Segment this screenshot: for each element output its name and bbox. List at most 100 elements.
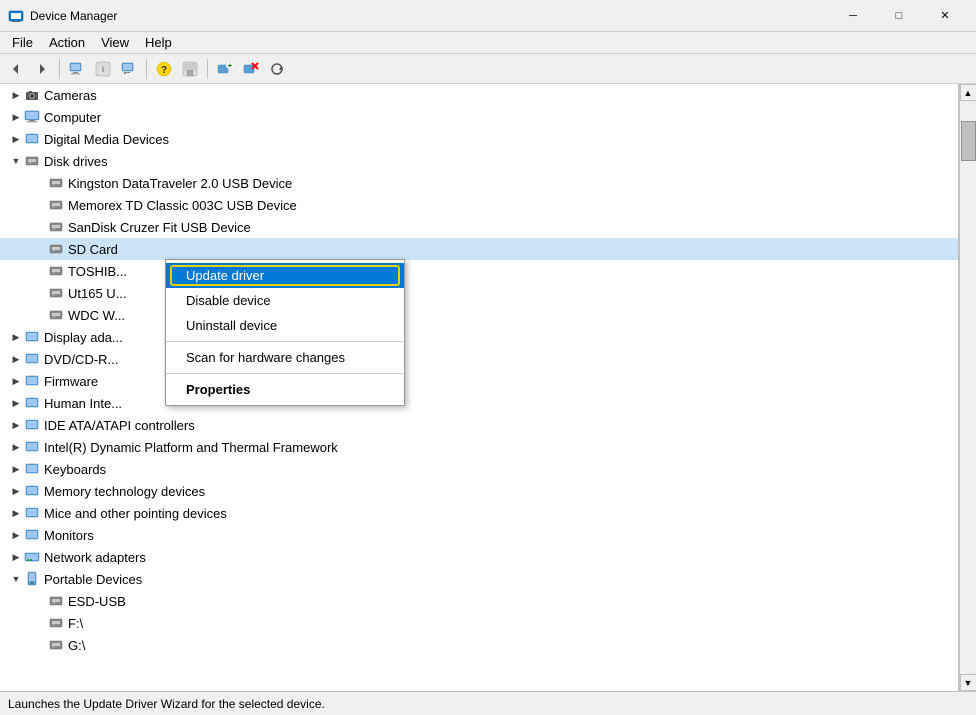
- context-menu-separator: [166, 341, 404, 342]
- tree-item-monitors[interactable]: ▶ Monitors: [0, 524, 958, 546]
- expander-keyboards: ▶: [8, 461, 24, 477]
- icon-memory: [24, 483, 40, 499]
- tree-item-intel[interactable]: ▶ Intel(R) Dynamic Platform and Thermal …: [0, 436, 958, 458]
- context-menu-separator: [166, 373, 404, 374]
- minimize-button[interactable]: ─: [830, 0, 876, 32]
- scroll-up-arrow[interactable]: ▲: [960, 84, 976, 101]
- tree-item-cameras[interactable]: ▶ Cameras: [0, 84, 958, 106]
- expander-gslash: [32, 637, 48, 653]
- context-menu-label-scan-changes: Scan for hardware changes: [186, 350, 345, 365]
- display-button[interactable]: [117, 57, 141, 81]
- info-button[interactable]: ▤: [178, 57, 202, 81]
- context-menu-label-properties: Properties: [186, 382, 250, 397]
- close-button[interactable]: ✕: [922, 0, 968, 32]
- icon-cameras: [24, 87, 40, 103]
- expander-monitors: ▶: [8, 527, 24, 543]
- context-menu-item-properties[interactable]: Properties: [166, 377, 404, 402]
- label-toshib: TOSHIB...: [68, 264, 127, 279]
- expander-sdcard: [32, 241, 48, 257]
- help-button[interactable]: ?: [152, 57, 176, 81]
- tree-item-ut165[interactable]: Ut165 U...: [0, 282, 958, 304]
- tree-item-memorex[interactable]: Memorex TD Classic 003C USB Device: [0, 194, 958, 216]
- tree-item-computer[interactable]: ▶ Computer: [0, 106, 958, 128]
- label-ut165: Ut165 U...: [68, 286, 127, 301]
- label-hid: Human Inte...: [44, 396, 122, 411]
- toolbar-separator-3: [207, 59, 208, 79]
- expander-disk-drives: ▼: [8, 153, 24, 169]
- tree-item-fslash[interactable]: F:\: [0, 612, 958, 634]
- icon-kingston: [48, 175, 64, 191]
- expander-memory: ▶: [8, 483, 24, 499]
- expander-display-ada: ▶: [8, 329, 24, 345]
- update-button[interactable]: i: [91, 57, 115, 81]
- label-cameras: Cameras: [44, 88, 97, 103]
- tree-item-sdcard[interactable]: SD Card: [0, 238, 958, 260]
- label-fslash: F:\: [68, 616, 83, 631]
- properties-button[interactable]: [65, 57, 89, 81]
- label-mice: Mice and other pointing devices: [44, 506, 227, 521]
- tree-item-firmware[interactable]: ▶ Firmware: [0, 370, 958, 392]
- context-menu-item-update-driver[interactable]: Update driver: [166, 263, 404, 288]
- context-menu-label-disable-device: Disable device: [186, 293, 271, 308]
- icon-network: [24, 549, 40, 565]
- tree-item-keyboards[interactable]: ▶ Keyboards: [0, 458, 958, 480]
- tree-item-esd-usb[interactable]: ESD-USB: [0, 590, 958, 612]
- tree-item-ide[interactable]: ▶ IDE ATA/ATAPI controllers: [0, 414, 958, 436]
- label-esd-usb: ESD-USB: [68, 594, 126, 609]
- tree-item-wdcw[interactable]: WDC W...: [0, 304, 958, 326]
- tree-item-dvd[interactable]: ▶ DVD/CD-R...: [0, 348, 958, 370]
- icon-wdcw: [48, 307, 64, 323]
- add-hardware-button[interactable]: +: [213, 57, 237, 81]
- toolbar-separator-1: [59, 59, 60, 79]
- context-menu-item-disable-device[interactable]: Disable device: [166, 288, 404, 313]
- tree-item-digital-media[interactable]: ▶ Digital Media Devices: [0, 128, 958, 150]
- remove-hardware-button[interactable]: [239, 57, 263, 81]
- status-text: Launches the Update Driver Wizard for th…: [8, 697, 325, 711]
- expander-cameras: ▶: [8, 87, 24, 103]
- tree-item-gslash[interactable]: G:\: [0, 634, 958, 656]
- scroll-down-arrow[interactable]: ▼: [960, 674, 976, 691]
- icon-computer: [24, 109, 40, 125]
- tree-item-disk-drives[interactable]: ▼ Disk drives: [0, 150, 958, 172]
- menu-view[interactable]: View: [93, 33, 137, 52]
- forward-button[interactable]: [30, 57, 54, 81]
- menu-bar: File Action View Help: [0, 32, 976, 54]
- tree-item-portable[interactable]: ▼ Portable Devices: [0, 568, 958, 590]
- device-tree[interactable]: ▶ Cameras▶ Computer▶ Digital Media Devic…: [0, 84, 959, 691]
- back-button[interactable]: [4, 57, 28, 81]
- label-computer: Computer: [44, 110, 101, 125]
- icon-ide: [24, 417, 40, 433]
- maximize-button[interactable]: □: [876, 0, 922, 32]
- label-digital-media: Digital Media Devices: [44, 132, 169, 147]
- tree-item-kingston[interactable]: Kingston DataTraveler 2.0 USB Device: [0, 172, 958, 194]
- window-title: Device Manager: [30, 9, 830, 23]
- vertical-scrollbar[interactable]: ▲ ▼: [959, 84, 976, 691]
- icon-gslash: [48, 637, 64, 653]
- icon-keyboards: [24, 461, 40, 477]
- expander-sandisk: [32, 219, 48, 235]
- label-memorex: Memorex TD Classic 003C USB Device: [68, 198, 297, 213]
- context-menu-item-uninstall-device[interactable]: Uninstall device: [166, 313, 404, 338]
- tree-item-sandisk[interactable]: SanDisk Cruzer Fit USB Device: [0, 216, 958, 238]
- icon-mice: [24, 505, 40, 521]
- toolbar: i ? ▤ +: [0, 54, 976, 84]
- expander-wdcw: [32, 307, 48, 323]
- tree-item-network[interactable]: ▶ Network adapters: [0, 546, 958, 568]
- label-sdcard: SD Card: [68, 242, 118, 257]
- menu-action[interactable]: Action: [41, 33, 93, 52]
- tree-item-mice[interactable]: ▶ Mice and other pointing devices: [0, 502, 958, 524]
- tree-item-hid[interactable]: ▶ Human Inte...: [0, 392, 958, 414]
- refresh-button[interactable]: [265, 57, 289, 81]
- context-menu-item-scan-changes[interactable]: Scan for hardware changes: [166, 345, 404, 370]
- tree-item-memory[interactable]: ▶ Memory technology devices: [0, 480, 958, 502]
- icon-intel: [24, 439, 40, 455]
- label-portable: Portable Devices: [44, 572, 142, 587]
- expander-digital-media: ▶: [8, 131, 24, 147]
- expander-network: ▶: [8, 549, 24, 565]
- tree-item-display-ada[interactable]: ▶ Display ada...: [0, 326, 958, 348]
- expander-dvd: ▶: [8, 351, 24, 367]
- scroll-thumb[interactable]: [961, 121, 976, 161]
- menu-help[interactable]: Help: [137, 33, 180, 52]
- menu-file[interactable]: File: [4, 33, 41, 52]
- tree-item-toshib[interactable]: TOSHIB...: [0, 260, 958, 282]
